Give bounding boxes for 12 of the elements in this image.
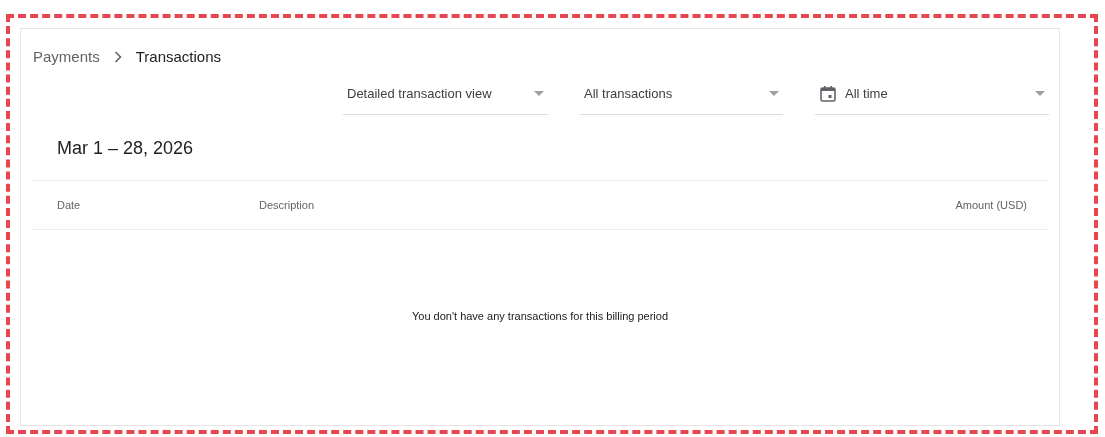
period-heading: Mar 1 – 28, 2026 xyxy=(56,137,195,160)
breadcrumb-link[interactable]: Payments xyxy=(33,45,100,69)
column-header: Amount (USD) xyxy=(955,197,1028,213)
chevron-icon xyxy=(113,51,122,63)
caret-icon xyxy=(1035,91,1045,96)
empty-message: You don't have any transactions for this billing period xyxy=(411,310,669,322)
calendar-icon xyxy=(819,84,837,103)
caret-icon xyxy=(534,91,544,96)
caret-icon xyxy=(769,91,779,96)
column-header: Date xyxy=(56,197,82,213)
breadcrumb-current: Transactions xyxy=(135,46,221,67)
column-header: Description xyxy=(259,197,315,213)
